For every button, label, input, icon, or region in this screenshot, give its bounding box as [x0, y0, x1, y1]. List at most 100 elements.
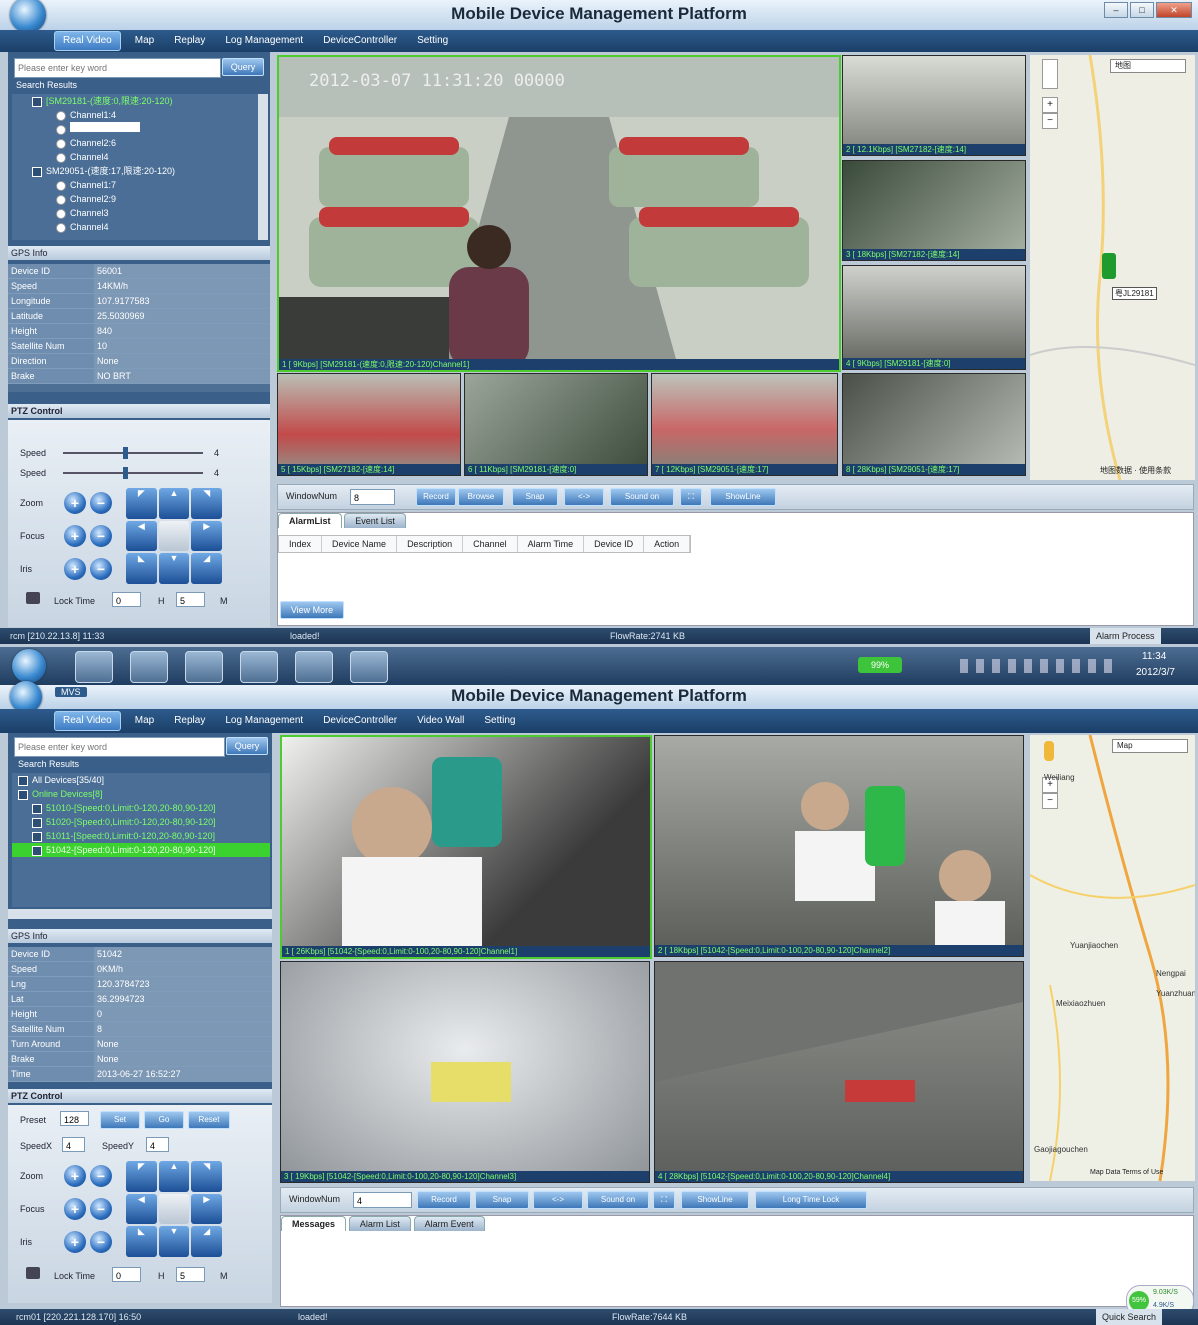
- preset-go-button[interactable]: Go: [144, 1111, 184, 1129]
- tree-device-item[interactable]: 51011-[Speed:0,Limit:0-120,20-80,90-120]: [12, 829, 270, 843]
- close-button[interactable]: ✕: [1156, 2, 1192, 18]
- tab-messages[interactable]: Messages: [281, 1216, 347, 1231]
- map-zoom-in-button[interactable]: +: [1042, 97, 1058, 113]
- taskbar-browser-icon[interactable]: [130, 651, 168, 683]
- lock-hours-input[interactable]: 0: [112, 1267, 141, 1282]
- record-button[interactable]: Record: [416, 488, 456, 506]
- menu-log-management[interactable]: Log Management: [215, 30, 313, 52]
- tree-folder-item[interactable]: Online Devices[8]: [12, 787, 270, 801]
- focus-out-button[interactable]: −: [90, 525, 112, 547]
- pan-up-right-button[interactable]: ◥: [191, 1161, 222, 1192]
- menu-replay[interactable]: Replay: [164, 710, 215, 732]
- tree-channel-item[interactable]: Channel1:4: [12, 108, 262, 122]
- tree-device-item[interactable]: SM29051-(速度:17,限速:20-120): [12, 164, 262, 178]
- taskbar-chat-icon[interactable]: [240, 651, 278, 683]
- pan-up-right-button[interactable]: ◥: [191, 488, 222, 519]
- tree-device-item[interactable]: 51042-[Speed:0,Limit:0-120,20-80,90-120]: [12, 843, 270, 857]
- video-tile-3[interactable]: 3 [ 19Kbps] [51042-[Speed:0,Limit:0-100,…: [280, 961, 650, 1183]
- tab-alarm-list[interactable]: AlarmList: [278, 513, 342, 528]
- tree-channel-item[interactable]: [12, 122, 262, 136]
- swap-button[interactable]: <->: [564, 488, 604, 506]
- menu-setting[interactable]: Setting: [474, 710, 525, 732]
- alarm-column-header[interactable]: Device ID: [584, 536, 645, 552]
- maximize-button[interactable]: □: [1130, 2, 1154, 18]
- pan-center-button[interactable]: [158, 1193, 190, 1225]
- video-tile-1[interactable]: 2012-03-07 11:31:20 00000 1 [ 9Kbps] [SM…: [277, 55, 841, 372]
- fullscreen-button[interactable]: ⛶: [680, 488, 702, 506]
- tree-device-item[interactable]: [SM29181-(速度:0,限速:20-120): [12, 94, 262, 108]
- pan-right-button[interactable]: ▶: [191, 1193, 222, 1225]
- map-zoom-out-button[interactable]: −: [1042, 113, 1058, 129]
- window-num-select[interactable]: 4: [353, 1192, 412, 1208]
- tree-channel-item[interactable]: Channel4: [12, 150, 262, 164]
- video-tile-7[interactable]: 7 [ 12Kbps] [SM29051-[速度:17]: [651, 373, 838, 476]
- tree-channel-item[interactable]: Channel2:6: [12, 136, 262, 150]
- snap-button[interactable]: Snap: [512, 488, 558, 506]
- video-tile-2[interactable]: 2 [ 18Kbps] [51042-[Speed:0,Limit:0-100,…: [654, 735, 1024, 957]
- tree-folder-item[interactable]: All Devices[35/40]: [12, 773, 270, 787]
- video-tile-2[interactable]: 2 [ 12.1Kbps] [SM27182-[速度:14]: [842, 55, 1026, 156]
- iris-close-button[interactable]: −: [90, 558, 112, 580]
- pan-down-right-button[interactable]: ◢: [191, 553, 222, 584]
- view-more-button[interactable]: View More: [280, 601, 344, 619]
- query-button[interactable]: Query: [226, 737, 268, 755]
- tab-alarm-list[interactable]: Alarm List: [348, 1216, 411, 1231]
- sound-on-button[interactable]: Sound on: [587, 1191, 649, 1209]
- taskbar-explorer-icon[interactable]: [75, 651, 113, 683]
- alarm-column-header[interactable]: Index: [279, 536, 323, 552]
- pan-down-button[interactable]: ▼: [158, 553, 190, 584]
- tree-channel-item[interactable]: Channel4: [12, 220, 262, 234]
- menu-map[interactable]: Map: [125, 30, 164, 52]
- zoom-out-button[interactable]: −: [90, 492, 112, 514]
- alarm-column-header[interactable]: Alarm Time: [518, 536, 585, 552]
- menu-real-video[interactable]: Real Video: [54, 711, 121, 731]
- search-input[interactable]: [14, 737, 225, 757]
- minimize-button[interactable]: –: [1104, 2, 1128, 18]
- tab-alarm-event[interactable]: Alarm Event: [413, 1216, 485, 1231]
- pan-up-button[interactable]: ▲: [158, 488, 190, 519]
- alarm-process-dropdown[interactable]: Alarm Process: [1090, 628, 1161, 644]
- video-tile-6[interactable]: 6 [ 11Kbps] [SM29181-[速度:0]: [464, 373, 648, 476]
- menu-map[interactable]: Map: [125, 710, 164, 732]
- video-tile-1[interactable]: 1 [ 26Kbps] [51042-[Speed:0,Limit:0-100,…: [280, 735, 652, 959]
- snap-button[interactable]: Snap: [475, 1191, 529, 1209]
- long-time-lock-button[interactable]: Long Time Lock: [755, 1191, 867, 1209]
- alarm-column-header[interactable]: Description: [397, 536, 464, 552]
- tab-event-list[interactable]: Event List: [344, 513, 406, 528]
- tree-scrollbar[interactable]: [258, 94, 268, 240]
- record-button[interactable]: Record: [417, 1191, 471, 1209]
- pan-down-left-button[interactable]: ◣: [126, 553, 157, 584]
- show-line-button[interactable]: ShowLine: [681, 1191, 749, 1209]
- video-tile-4[interactable]: 4 [ 9Kbps] [SM29181-[速度:0]: [842, 265, 1026, 370]
- menu-device-controller[interactable]: DeviceController: [313, 710, 407, 732]
- pan-center-button[interactable]: [158, 520, 190, 552]
- quick-search-dropdown[interactable]: Quick Search: [1096, 1309, 1163, 1325]
- speed-slider-1[interactable]: [63, 452, 203, 454]
- zoom-in-button[interactable]: +: [64, 492, 86, 514]
- iris-open-button[interactable]: +: [64, 558, 86, 580]
- focus-in-button[interactable]: +: [64, 1198, 86, 1220]
- pan-left-button[interactable]: ◀: [126, 520, 157, 552]
- pan-up-left-button[interactable]: ◤: [126, 488, 157, 519]
- pan-down-left-button[interactable]: ◣: [126, 1226, 157, 1257]
- video-tile-4[interactable]: 4 [ 28Kbps] [51042-[Speed:0,Limit:0-100,…: [654, 961, 1024, 1183]
- alarm-column-header[interactable]: Channel: [463, 536, 518, 552]
- speedx-input[interactable]: 4: [62, 1137, 85, 1152]
- pan-left-button[interactable]: ◀: [126, 1193, 157, 1225]
- menu-setting[interactable]: Setting: [407, 30, 458, 52]
- pan-up-button[interactable]: ▲: [158, 1161, 190, 1192]
- taskbar-vehicle-app-icon[interactable]: [350, 651, 388, 683]
- vehicle-marker-icon[interactable]: [1102, 253, 1116, 279]
- map-type-dropdown[interactable]: 地图: [1110, 59, 1186, 73]
- start-button[interactable]: [12, 649, 46, 683]
- fullscreen-button[interactable]: ⛶: [653, 1191, 675, 1209]
- street-view-icon[interactable]: [1044, 741, 1054, 761]
- video-tile-8[interactable]: 8 [ 28Kbps] [SM29051-[速度:17]: [842, 373, 1026, 476]
- focus-in-button[interactable]: +: [64, 525, 86, 547]
- map-type-dropdown[interactable]: Map: [1112, 739, 1188, 753]
- pan-down-right-button[interactable]: ◢: [191, 1226, 222, 1257]
- preset-reset-button[interactable]: Reset: [188, 1111, 230, 1129]
- menu-replay[interactable]: Replay: [164, 30, 215, 52]
- tree-device-item[interactable]: 51020-[Speed:0,Limit:0-120,20-80,90-120]: [12, 815, 270, 829]
- lock-hours-input[interactable]: 0: [112, 592, 141, 607]
